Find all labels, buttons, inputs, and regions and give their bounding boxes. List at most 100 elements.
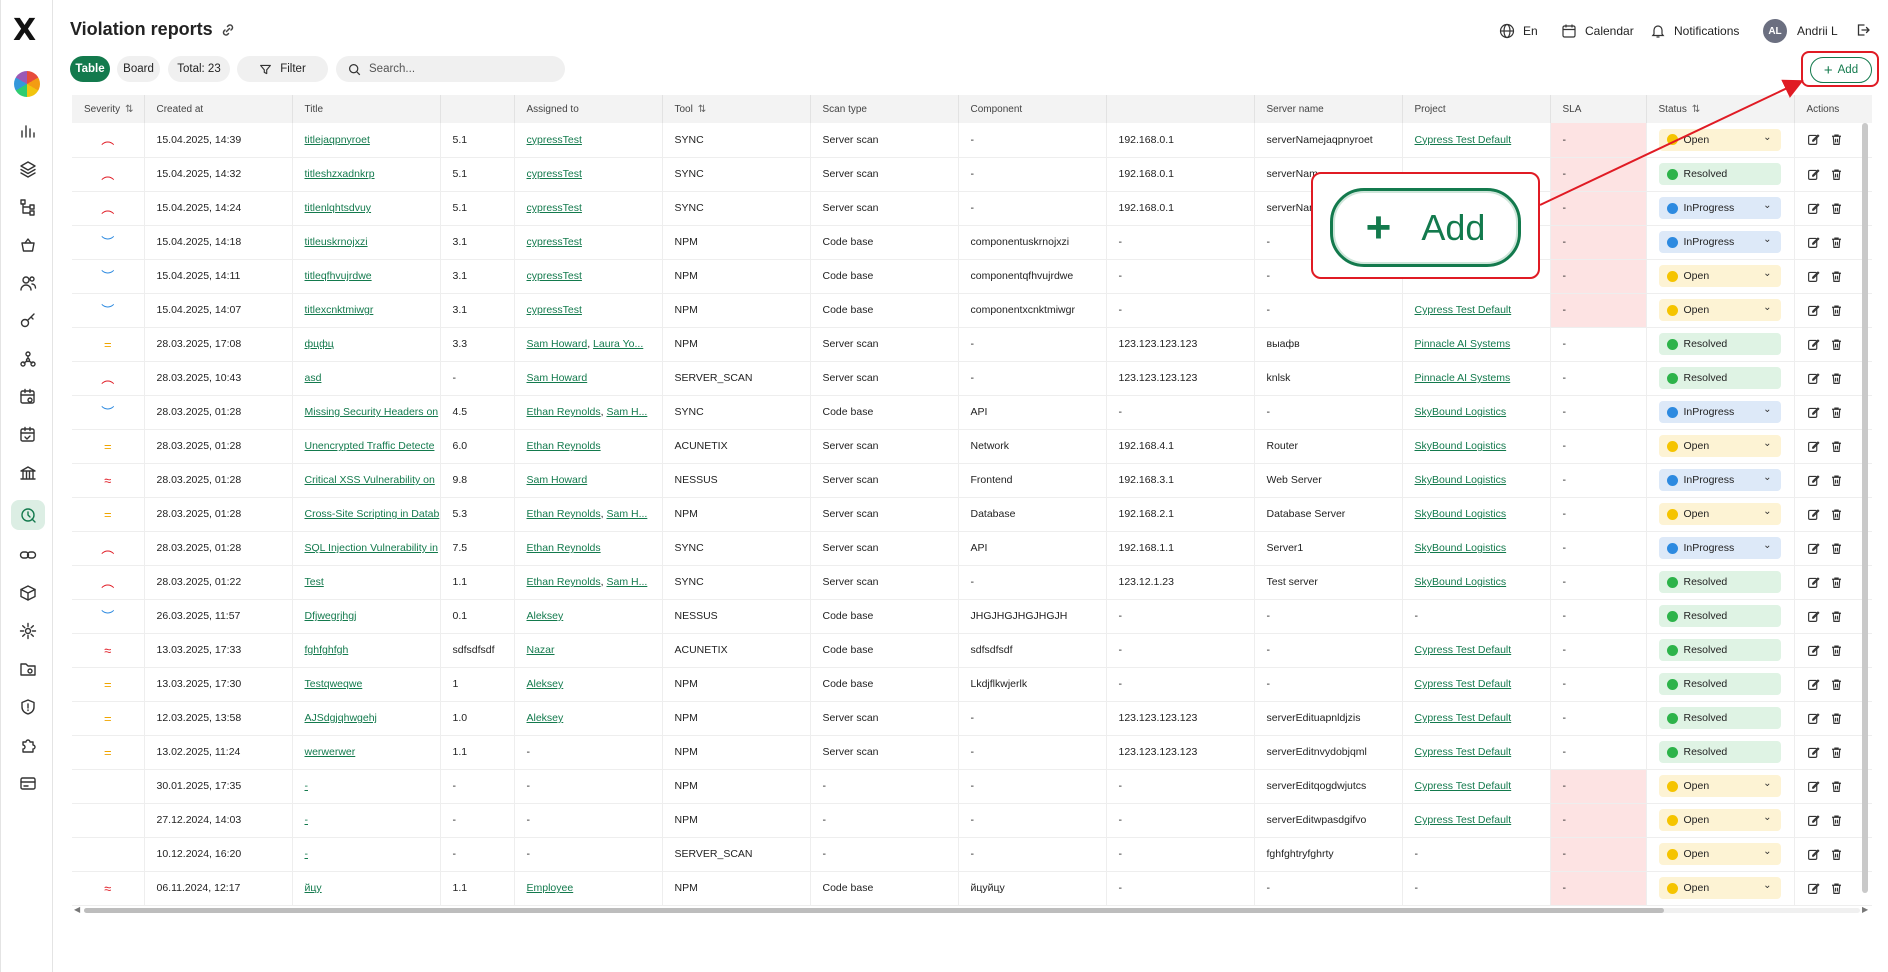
edit-icon[interactable] xyxy=(1807,406,1820,419)
edit-icon[interactable] xyxy=(1807,304,1820,317)
project-link[interactable]: SkyBound Logistics xyxy=(1415,542,1507,554)
trash-icon[interactable] xyxy=(1830,712,1843,725)
edit-icon[interactable] xyxy=(1807,236,1820,249)
title-link[interactable]: Missing Security Headers on xyxy=(305,406,439,418)
edit-icon[interactable] xyxy=(1807,133,1820,146)
status-select[interactable]: Open ⌄ xyxy=(1658,128,1781,151)
sidebar-item-cube[interactable] xyxy=(17,582,39,604)
assignee-link[interactable]: Sam Howard xyxy=(527,474,588,486)
column-header[interactable]: Severity ⇅ xyxy=(72,95,145,123)
trash-icon[interactable] xyxy=(1830,746,1843,759)
edit-icon[interactable] xyxy=(1807,372,1820,385)
trash-icon[interactable] xyxy=(1830,780,1843,793)
horizontal-scrollbar[interactable]: ◀ ▶ xyxy=(72,905,1872,915)
table-row[interactable]: ︵ 15.04.2025, 14:39 titlejaqpnyroet 5.1 cypr… xyxy=(72,123,1872,158)
title-link[interactable]: asd xyxy=(305,372,322,384)
edit-icon[interactable] xyxy=(1807,168,1820,181)
table-row[interactable]: ︵ 28.03.2025, 10:43 asd - Sam Howard SERVER_S… xyxy=(72,361,1872,396)
assignee-link[interactable]: Aleksey xyxy=(527,610,564,622)
project-link[interactable]: Cypress Test Default xyxy=(1415,780,1512,792)
title-link[interactable]: - xyxy=(305,848,309,860)
trash-icon[interactable] xyxy=(1830,406,1843,419)
trash-icon[interactable] xyxy=(1830,814,1843,827)
title-link[interactable]: titlenlqhtsdvuy xyxy=(305,202,372,214)
status-select[interactable]: Resolved xyxy=(1658,741,1781,763)
sidebar-item-link[interactable] xyxy=(17,544,39,566)
vertical-scrollbar[interactable] xyxy=(1862,123,1870,903)
table-row[interactable]: ︵ 15.04.2025, 14:24 titlenlqhtsdvuy 5.1 cypr… xyxy=(72,191,1872,226)
assignee-link[interactable]: Ethan Reynolds xyxy=(527,440,601,452)
table-row[interactable]: = 28.03.2025, 17:08 фцфц 3.3 Sam Howard, Lau… xyxy=(72,327,1872,362)
assignee-link[interactable]: Ethan Reynolds xyxy=(527,406,601,418)
status-select[interactable]: Resolved xyxy=(1658,333,1781,355)
title-link[interactable]: titleuskrnojxzi xyxy=(305,236,368,248)
edit-icon[interactable] xyxy=(1807,440,1820,453)
project-link[interactable]: Cypress Test Default xyxy=(1415,134,1512,146)
table-row[interactable]: 27.12.2024, 14:03 - - - NPM - - - serverEditwpas… xyxy=(72,803,1872,838)
status-select[interactable]: InProgress ⌄ xyxy=(1658,231,1781,253)
status-select[interactable]: Open ⌄ xyxy=(1658,503,1781,525)
project-link[interactable]: Pinnacle AI Systems xyxy=(1415,372,1511,384)
title-link[interactable]: Test xyxy=(305,576,324,588)
project-link[interactable]: SkyBound Logistics xyxy=(1415,406,1507,418)
status-select[interactable]: Resolved xyxy=(1658,639,1781,661)
project-link[interactable]: SkyBound Logistics xyxy=(1415,576,1507,588)
trash-icon[interactable] xyxy=(1830,474,1843,487)
language-switcher[interactable]: En xyxy=(1499,19,1538,43)
table-row[interactable]: ︶ 15.04.2025, 14:07 titlexcnktmiwgr 3.1 cypr… xyxy=(72,293,1872,328)
edit-icon[interactable] xyxy=(1807,848,1820,861)
edit-icon[interactable] xyxy=(1807,678,1820,691)
status-select[interactable]: Resolved xyxy=(1658,673,1781,695)
project-link[interactable]: Cypress Test Default xyxy=(1415,678,1512,690)
table-row[interactable]: = 12.03.2025, 13:58 AJSdgjqhwgehj 1.0 Alekse… xyxy=(72,701,1872,736)
title-link[interactable]: titlejaqpnyroet xyxy=(305,134,370,146)
sidebar-item-folder[interactable] xyxy=(17,658,39,680)
table-row[interactable]: ︶ 26.03.2025, 11:57 Dfjwegrjhgj 0.1 Aleksey N… xyxy=(72,599,1872,634)
status-select[interactable]: Open ⌄ xyxy=(1658,877,1781,899)
assignee-link[interactable]: cypressTest xyxy=(527,134,582,146)
sidebar-item-calendar-check[interactable] xyxy=(17,424,39,446)
edit-icon[interactable] xyxy=(1807,576,1820,589)
filter-button[interactable]: Filter xyxy=(237,56,328,82)
status-select[interactable]: Open ⌄ xyxy=(1658,299,1781,321)
assignee-link[interactable]: Employee xyxy=(527,882,574,894)
table-row[interactable]: ︶ 15.04.2025, 14:18 titleuskrnojxzi 3.1 cypr… xyxy=(72,225,1872,260)
assignee-link[interactable]: Aleksey xyxy=(527,712,564,724)
trash-icon[interactable] xyxy=(1830,882,1843,895)
trash-icon[interactable] xyxy=(1830,304,1843,317)
notifications-link[interactable]: Notifications xyxy=(1650,19,1739,43)
sidebar-item-bank[interactable] xyxy=(17,462,39,484)
table-row[interactable]: = 28.03.2025, 01:28 Cross-Site Scripting i… xyxy=(72,497,1872,532)
project-link[interactable]: Cypress Test Default xyxy=(1415,644,1512,656)
table-row[interactable]: = 13.02.2025, 11:24 werwerwer 1.1 - NPM Server… xyxy=(72,735,1872,770)
assignee-link[interactable]: Ethan Reynolds xyxy=(527,542,601,554)
status-select[interactable]: Open ⌄ xyxy=(1658,435,1781,457)
assignee-link[interactable]: cypressTest xyxy=(527,236,582,248)
assignee-link[interactable]: Sam Howard xyxy=(527,338,588,350)
title-link[interactable]: Dfjwegrjhgj xyxy=(305,610,357,622)
trash-icon[interactable] xyxy=(1830,678,1843,691)
assignee-link[interactable]: cypressTest xyxy=(527,304,582,316)
trash-icon[interactable] xyxy=(1830,133,1843,146)
sidebar-item-basket[interactable] xyxy=(17,234,39,256)
logout-icon[interactable] xyxy=(1855,22,1871,38)
assignee-link[interactable]: Sam H... xyxy=(606,508,647,520)
table-row[interactable]: ︵ 15.04.2025, 14:32 titleshzxadnkrp 5.1 cypr… xyxy=(72,157,1872,192)
sidebar-item-shield[interactable] xyxy=(17,696,39,718)
table-row[interactable]: = 28.03.2025, 01:28 Unencrypted Traffic De… xyxy=(72,429,1872,464)
edit-icon[interactable] xyxy=(1807,508,1820,521)
sidebar-item-bar-chart[interactable] xyxy=(17,120,39,142)
title-link[interactable]: titleqfhvujrdwe xyxy=(305,270,372,282)
table-row[interactable]: = 13.03.2025, 17:30 Testqweqwe 1 Aleksey NPM C… xyxy=(72,667,1872,702)
project-link[interactable]: Cypress Test Default xyxy=(1415,746,1512,758)
assignee-link[interactable]: Laura Yo... xyxy=(593,338,643,350)
assignee-link[interactable]: cypressTest xyxy=(527,168,582,180)
view-board-button[interactable]: Board xyxy=(117,56,160,82)
project-link[interactable]: Cypress Test Default xyxy=(1415,304,1512,316)
status-select[interactable]: Open ⌄ xyxy=(1658,775,1781,797)
sort-icon[interactable]: ⇅ xyxy=(1692,104,1700,115)
status-select[interactable]: InProgress ⌄ xyxy=(1658,401,1781,423)
trash-icon[interactable] xyxy=(1830,848,1843,861)
column-header[interactable]: Status ⇅ xyxy=(1646,95,1795,123)
title-link[interactable]: titleshzxadnkrp xyxy=(305,168,375,180)
